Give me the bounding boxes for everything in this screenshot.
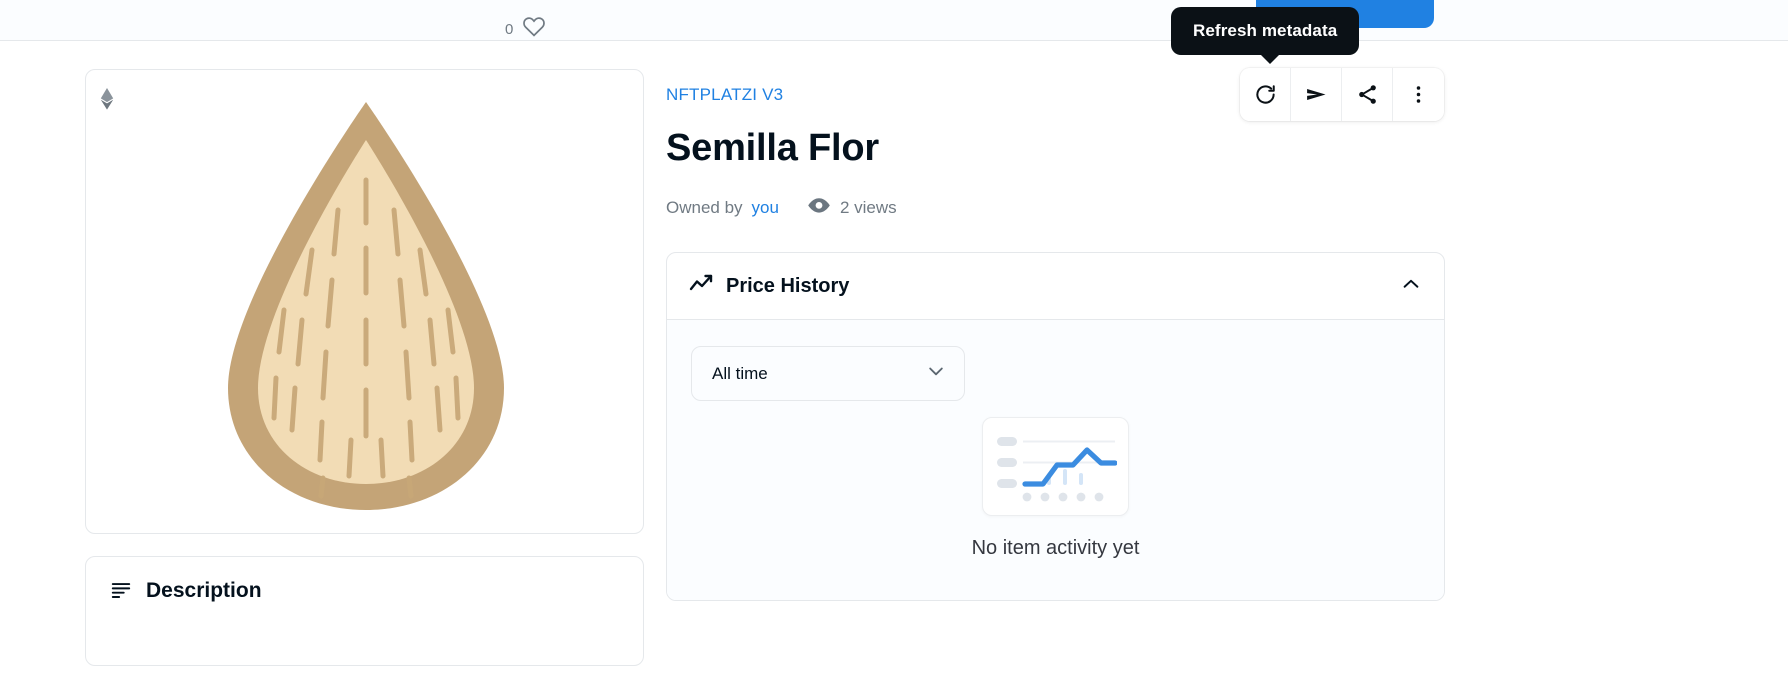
collection-link[interactable]: NFTPLATZI V3 [666, 85, 783, 105]
share-icon [1356, 83, 1379, 106]
price-history-title: Price History [726, 274, 850, 297]
chevron-down-icon [926, 361, 946, 386]
artwork-image [86, 70, 643, 533]
left-column: Description [85, 69, 644, 666]
transfer-button[interactable] [1291, 68, 1342, 121]
item-action-bar [1240, 68, 1444, 121]
right-column: NFTPLATZI V3 Semilla Flor Owned by you 2… [666, 69, 1445, 601]
nft-item-page: Refresh metadata Description 0 NFTPLATZI… [0, 0, 1788, 699]
heart-icon[interactable] [522, 15, 546, 44]
top-bar [0, 0, 1788, 41]
empty-chart-illustration [982, 417, 1129, 516]
like-widget[interactable]: 0 [505, 15, 546, 44]
time-range-select[interactable]: All time [691, 346, 965, 401]
line-chart-icon [689, 273, 713, 300]
empty-state-text: No item activity yet [971, 537, 1140, 559]
views-count: 2 views [839, 198, 897, 217]
description-card: Description [85, 556, 644, 666]
send-icon [1305, 83, 1328, 106]
artwork-card [85, 69, 644, 534]
text-lines-icon [110, 579, 132, 606]
more-options-button[interactable] [1393, 68, 1444, 121]
owned-by-label: Owned by [666, 198, 743, 217]
refresh-icon [1254, 83, 1277, 106]
time-range-value: All time [712, 363, 768, 383]
refresh-metadata-button[interactable] [1240, 68, 1291, 121]
page-title: Semilla Flor [666, 127, 880, 169]
tooltip-refresh-metadata: Refresh metadata [1171, 7, 1360, 64]
owner-link[interactable]: you [752, 198, 779, 218]
description-title: Description [146, 579, 262, 602]
tooltip-label: Refresh metadata [1193, 21, 1338, 40]
owner-row: Owned by you 2 views [666, 197, 1445, 219]
price-history-header[interactable]: Price History [667, 253, 1444, 320]
more-vertical-icon [1407, 83, 1430, 106]
eye-icon [807, 197, 831, 219]
price-history-empty-state: No item activity yet [691, 417, 1420, 560]
price-history-panel: Price History All time No item activity … [666, 252, 1445, 601]
share-button[interactable] [1342, 68, 1393, 121]
like-count: 0 [505, 21, 514, 38]
chevron-up-icon[interactable] [1400, 273, 1422, 300]
price-history-body: All time No item activity yet [667, 320, 1444, 600]
